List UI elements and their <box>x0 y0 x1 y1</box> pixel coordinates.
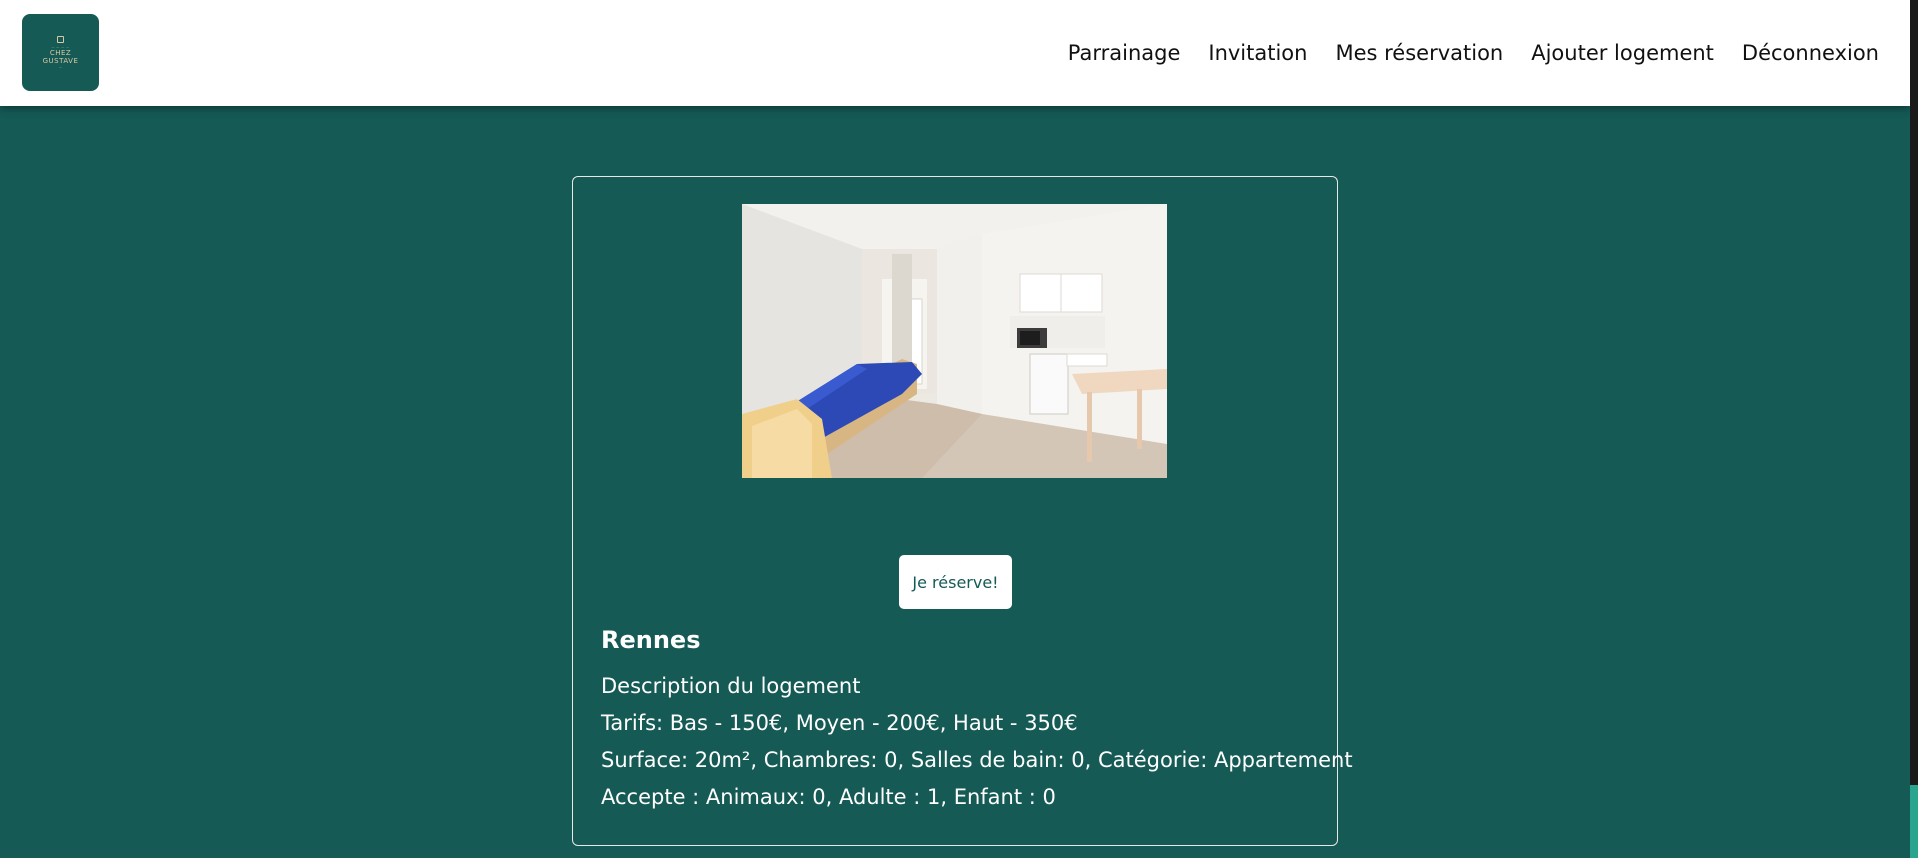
listing-accepte: Accepte : Animaux: 0, Adulte : 1, Enfant… <box>601 785 1056 809</box>
chez-gustave-logo[interactable]: — — — — CHEZ GUSTAVE — <box>22 14 99 91</box>
listing-card: Je réserve! Rennes Description du logeme… <box>572 176 1353 846</box>
page-scrollbar[interactable] <box>1910 0 1918 858</box>
nav-deconnexion[interactable]: Déconnexion <box>1742 41 1879 65</box>
listing-tarifs: Tarifs: Bas - 150€, Moyen - 200€, Haut -… <box>601 711 1078 735</box>
apartment-room-photo <box>742 204 1167 478</box>
top-navbar: — — — — CHEZ GUSTAVE — Parrainage Invita… <box>0 0 1910 106</box>
reserve-button[interactable]: Je réserve! <box>899 555 1012 609</box>
nav-parrainage[interactable]: Parrainage <box>1068 41 1181 65</box>
listing-surface: Surface: 20m², Chambres: 0, Salles de ba… <box>601 748 1353 772</box>
logo-emblem-icon <box>57 35 64 43</box>
listing-description: Description du logement <box>601 674 861 698</box>
scrollbar-thumb[interactable] <box>1910 785 1918 858</box>
logo-text-line1: CHEZ <box>49 48 72 57</box>
logo-text-line2: GUSTAVE <box>42 56 79 65</box>
nav-ajouter-logement[interactable]: Ajouter logement <box>1531 41 1714 65</box>
main-nav: Parrainage Invitation Mes réservation Aj… <box>1068 0 1879 106</box>
nav-invitation[interactable]: Invitation <box>1208 41 1307 65</box>
apartment-photo <box>742 204 1167 478</box>
listing-city: Rennes <box>601 626 701 654</box>
logo-tagline-bottom: — <box>59 64 62 69</box>
nav-mes-reservation[interactable]: Mes réservation <box>1335 41 1503 65</box>
